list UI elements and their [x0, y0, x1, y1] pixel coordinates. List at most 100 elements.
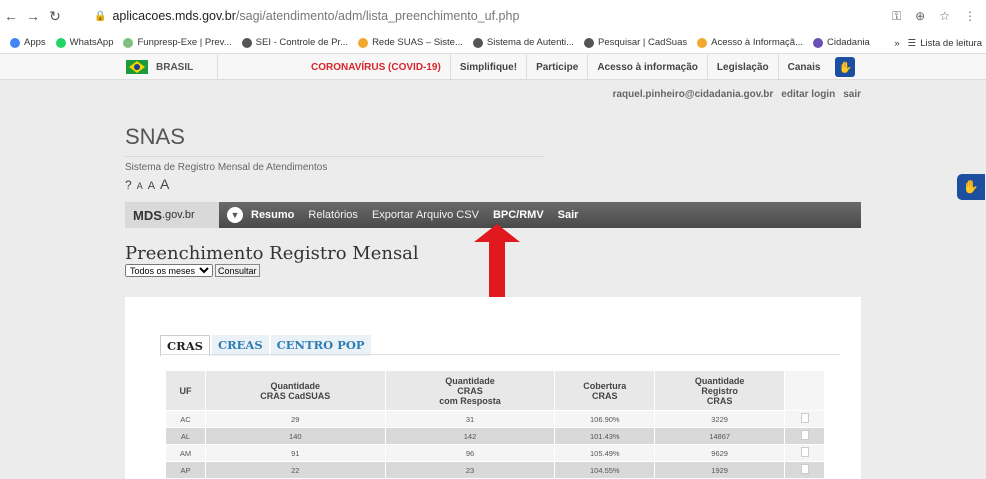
- font-size-controls: ? A A A: [125, 176, 169, 192]
- bookmark-item[interactable]: Acesso à Informaçã...: [697, 37, 803, 48]
- a11y-help-link[interactable]: ?: [125, 178, 132, 192]
- table-cell: 105.49%: [554, 444, 656, 462]
- edit-login-link[interactable]: editar login: [781, 89, 835, 100]
- service-tabs: CRAS CREAS CENTRO POP: [160, 335, 371, 356]
- bookmark-item[interactable]: Pesquisar | CadSuas: [584, 37, 687, 48]
- table-row: AM 91 96 105.49% 9629: [165, 444, 825, 462]
- font-large-link[interactable]: A: [160, 176, 169, 192]
- table-header-cell: UF: [165, 370, 206, 411]
- bookmark-label: Rede SUAS – Siste...: [372, 37, 463, 48]
- menu-item-sair[interactable]: Sair: [558, 209, 579, 221]
- reading-list-icon: ☰: [907, 37, 917, 49]
- menu-item-resumo[interactable]: Resumo: [251, 209, 294, 221]
- address-bar[interactable]: aplicacoes.mds.gov.br/sagi/atendimento/a…: [112, 9, 519, 23]
- menu-dots-icon[interactable]: ⋮: [964, 9, 976, 23]
- font-medium-link[interactable]: A: [148, 180, 155, 192]
- font-small-link[interactable]: A: [137, 181, 143, 191]
- bookmark-label: Funpresp-Exe | Prev...: [137, 37, 232, 48]
- bookmark-favicon-icon: [812, 37, 823, 48]
- table-cell: 142: [384, 427, 556, 445]
- table-header-cell: Cobertura CRAS: [554, 370, 656, 411]
- bookmark-item[interactable]: Funpresp-Exe | Prev...: [123, 37, 232, 48]
- table-header-cell: Quantidade CRAS CadSUAS: [204, 370, 386, 411]
- bookmarks-bar: Apps WhatsApp Funpresp-Exe | Prev... SEI - …: [0, 32, 986, 54]
- table-cell: 101.43%: [554, 427, 656, 445]
- row-action-cell: [784, 444, 825, 462]
- url-path: /sagi/atendimento/adm/lista_preenchiment…: [235, 9, 520, 23]
- menu-item-relatorios[interactable]: Relatórios: [308, 209, 358, 221]
- bookmark-item[interactable]: Sistema de Autenti...: [472, 37, 574, 48]
- tab-cras[interactable]: CRAS: [160, 335, 210, 356]
- bookmark-item[interactable]: Cidadania: [812, 37, 870, 48]
- document-icon[interactable]: [800, 464, 809, 474]
- logout-link[interactable]: sair: [843, 89, 861, 100]
- table-row: AP 22 23 104.55% 1929: [165, 461, 825, 479]
- table-header-cell: [784, 370, 825, 411]
- month-select[interactable]: Todos os meses: [125, 264, 213, 277]
- bookmark-item[interactable]: Apps: [10, 37, 46, 48]
- gov-link-acesso[interactable]: Acesso à informação: [587, 54, 707, 80]
- back-icon[interactable]: ←: [0, 8, 22, 24]
- table-cell: 106.90%: [554, 410, 656, 428]
- mds-logo-bold: MDS: [133, 207, 162, 223]
- table-cell: 29: [204, 410, 386, 428]
- gov-link-participe[interactable]: Participe: [526, 54, 587, 80]
- table-container: UF Quantidade CRAS CadSUAS Quantidade CRAS…: [160, 354, 840, 479]
- bookmark-item[interactable]: SEI - Controle de Pr...: [241, 37, 348, 48]
- tab-centro-pop[interactable]: CENTRO POP: [270, 335, 371, 356]
- document-icon[interactable]: [800, 430, 809, 440]
- gov-links: CORONAVÍRUS (COVID-19) Simplifique! Part…: [302, 54, 856, 80]
- user-links: raquel.pinheiro@cidadania.gov.br editar …: [613, 89, 861, 100]
- more-bookmarks-icon[interactable]: »: [894, 38, 899, 49]
- lock-icon[interactable]: 🔒: [94, 11, 106, 22]
- title-divider: [125, 156, 545, 157]
- month-filter: Todos os meses Consultar: [125, 264, 260, 277]
- vlibras-widget-icon[interactable]: ✋: [957, 174, 985, 200]
- browser-toolbar: ← → ↻ 🔒 aplicacoes.mds.gov.br/sagi/atend…: [0, 0, 986, 32]
- bookmark-label: Pesquisar | CadSuas: [598, 37, 688, 48]
- table-cell: AL: [165, 427, 206, 445]
- gov-link-legislacao[interactable]: Legislação: [706, 54, 778, 80]
- bookmark-item[interactable]: Rede SUAS – Siste...: [358, 37, 463, 48]
- table-header-cell: Quantidade CRAS com Resposta: [384, 370, 556, 411]
- bookmark-favicon-icon: [472, 37, 483, 48]
- key-icon[interactable]: ⚿: [892, 9, 901, 24]
- table-body: AC 29 31 106.90% 3229 AL 140 142 101.43% 14867 AM 9…: [165, 410, 825, 479]
- site-subtitle: Sistema de Registro Mensal de Atendiment…: [125, 162, 328, 173]
- bookmark-favicon-icon: [123, 37, 134, 48]
- zoom-icon[interactable]: ⊕: [915, 9, 925, 23]
- table-row: AC 29 31 106.90% 3229: [165, 410, 825, 428]
- menu-item-exportar-csv[interactable]: Exportar Arquivo CSV: [372, 209, 479, 221]
- table-cell: 9629: [654, 444, 786, 462]
- table-header-cell: Quantidade Registro CRAS: [654, 370, 786, 411]
- table-cell: 140: [204, 427, 386, 445]
- gov-link-simplifique[interactable]: Simplifique!: [449, 54, 526, 80]
- tab-creas[interactable]: CREAS: [211, 335, 269, 356]
- gov-link-canais[interactable]: Canais: [777, 54, 830, 80]
- brasil-link[interactable]: BRASIL: [126, 54, 218, 80]
- bookmark-favicon-icon: [358, 37, 369, 48]
- gov-link-covid[interactable]: CORONAVÍRUS (COVID-19): [302, 54, 450, 80]
- bookmark-item[interactable]: WhatsApp: [55, 37, 113, 48]
- content-panel: CRAS CREAS CENTRO POP UF Quantidade CRAS …: [125, 297, 861, 479]
- reload-icon[interactable]: ↻: [44, 8, 66, 25]
- table-cell: 3229: [654, 410, 786, 428]
- reading-list-button[interactable]: » ☰ Lista de leitura: [888, 32, 986, 53]
- table-header-row: UF Quantidade CRAS CadSUAS Quantidade CRAS…: [165, 370, 825, 411]
- table-cell: AM: [165, 444, 206, 462]
- bookmark-favicon-icon: [697, 37, 708, 48]
- row-action-cell: [784, 410, 825, 428]
- document-icon[interactable]: [800, 447, 809, 457]
- table-cell: 23: [384, 461, 556, 479]
- vlibras-icon[interactable]: ✋: [835, 57, 856, 77]
- consultar-button[interactable]: Consultar: [215, 264, 260, 277]
- mds-logo[interactable]: MDS .gov.br: [125, 202, 219, 228]
- chevron-down-icon[interactable]: ▼: [227, 207, 243, 223]
- forward-icon[interactable]: →: [22, 8, 44, 24]
- document-icon[interactable]: [800, 413, 809, 423]
- table-cell: 14867: [654, 427, 786, 445]
- menu-item-bpc-rmv[interactable]: BPC/RMV: [493, 209, 544, 221]
- bookmark-favicon-icon: [241, 37, 252, 48]
- star-icon[interactable]: ☆: [939, 9, 950, 23]
- table-row: AL 140 142 101.43% 14867: [165, 427, 825, 445]
